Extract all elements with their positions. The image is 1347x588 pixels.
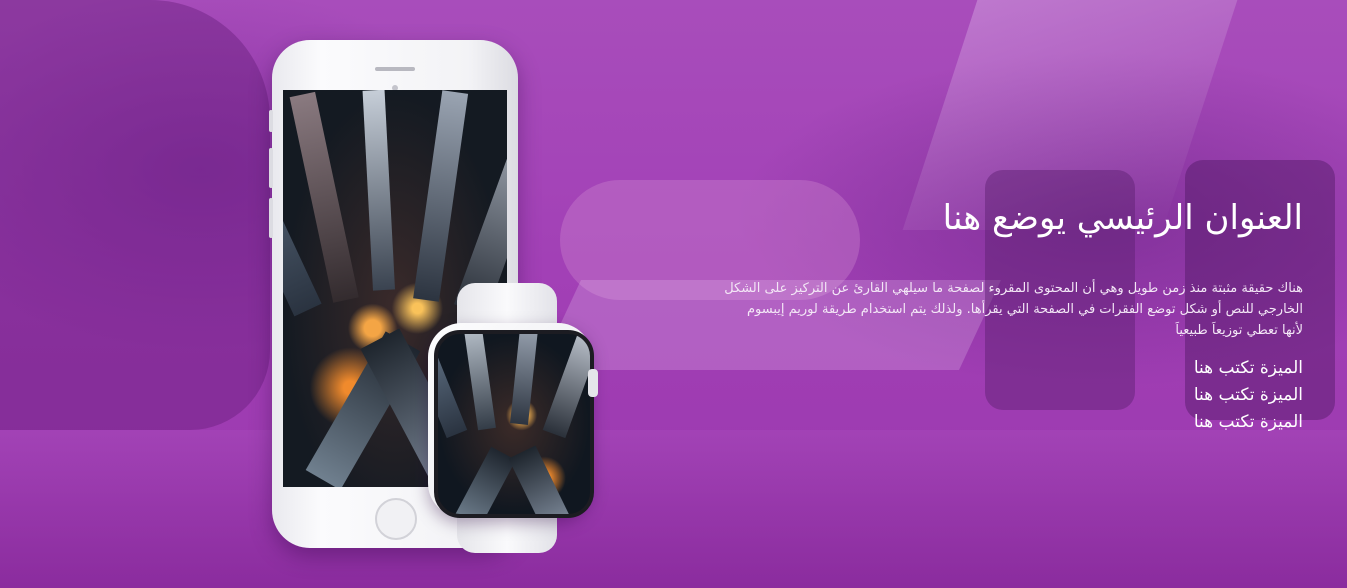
background-person xyxy=(0,0,270,430)
feature-item: الميزة تكتب هنا xyxy=(1193,385,1303,405)
phone-home-button xyxy=(375,498,417,540)
watch-mockup xyxy=(428,323,598,518)
hero-title: العنوان الرئيسي يوضع هنا xyxy=(942,198,1303,238)
hero-section: العنوان الرئيسي يوضع هنا هناك حقيقة مثبت… xyxy=(0,0,1347,588)
feature-item: الميزة تكتب هنا xyxy=(1193,412,1303,432)
phone-mute-switch xyxy=(269,110,273,132)
phone-volume-up xyxy=(269,148,273,188)
hero-content: العنوان الرئيسي يوضع هنا هناك حقيقة مثبت… xyxy=(723,196,1303,436)
watch-screen-city-image xyxy=(434,330,594,518)
phone-volume-down xyxy=(269,198,273,238)
hero-description: هناك حقيقة مثبتة منذ زمن طويل وهي أن الم… xyxy=(724,281,1303,338)
feature-list: الميزة تكتب هنا الميزة تكتب هنا الميزة ت… xyxy=(723,355,1303,436)
watch-crown xyxy=(588,369,598,397)
phone-speaker xyxy=(375,67,415,71)
feature-item: الميزة تكتب هنا xyxy=(1193,358,1303,378)
background-desk xyxy=(0,430,1347,588)
